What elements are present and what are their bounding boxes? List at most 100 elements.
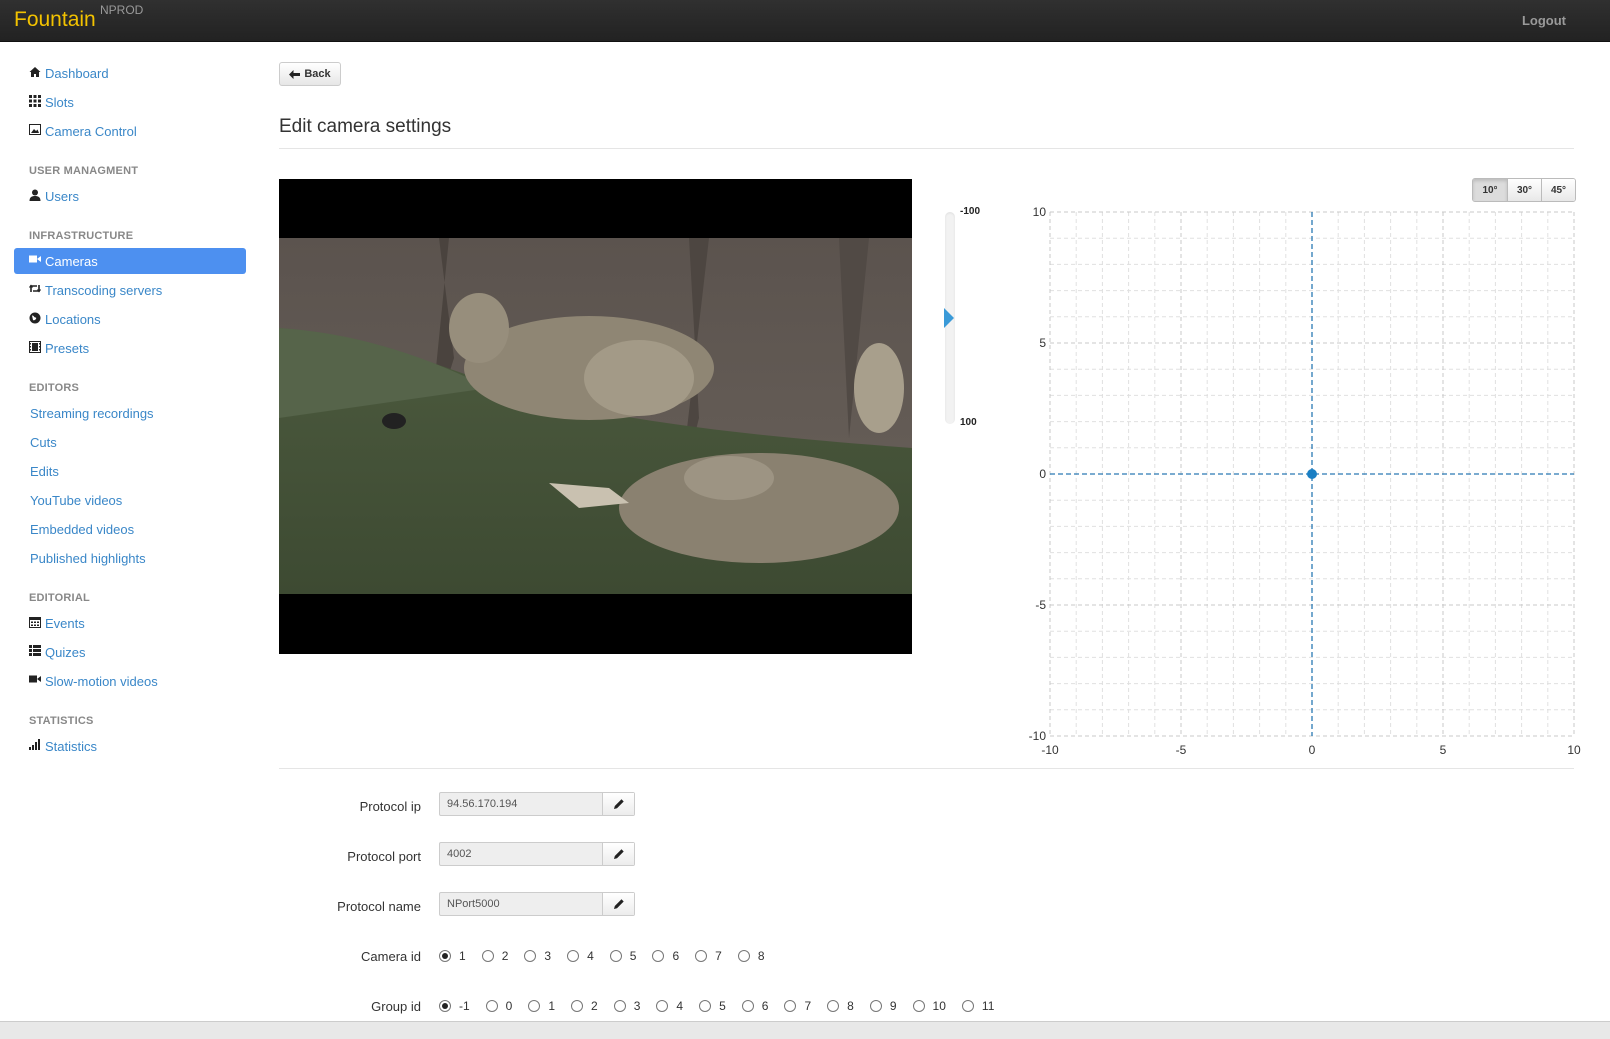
protocol-port-edit-button[interactable] (603, 843, 634, 865)
radio-label: 9 (889, 999, 897, 1013)
back-button-label: Back (304, 68, 331, 80)
sidebar-item-locations[interactable]: Locations (14, 306, 246, 332)
radio-button[interactable] (571, 1000, 584, 1012)
sidebar-item-cameras[interactable]: Cameras (14, 248, 246, 274)
camera-id-option[interactable]: 4 (567, 949, 594, 963)
sidebar-header-editors: EDITORS (29, 382, 80, 394)
sidebar-item-events[interactable]: Events (14, 610, 246, 636)
y-tick-label: 10 (1033, 205, 1047, 219)
pan-tilt-chart[interactable]: -10 -5 0 5 10 10 5 0 -5 -10 (1015, 200, 1590, 770)
group-id-option[interactable]: 9 (869, 999, 897, 1013)
radio-button[interactable] (524, 950, 537, 962)
sidebar-item-quizes[interactable]: Quizes (14, 639, 246, 665)
retweet-icon (28, 283, 42, 295)
angle-button-group: 10° 30° 45° (1472, 178, 1576, 202)
protocol-name-edit-button[interactable] (603, 893, 634, 915)
camera-id-option[interactable]: 1 (439, 949, 466, 963)
radio-label: 8 (847, 999, 854, 1013)
radio-button[interactable] (741, 1000, 754, 1012)
logout-link[interactable]: Logout (1522, 13, 1566, 28)
protocol-ip-input[interactable]: 94.56.170.194 (440, 793, 603, 815)
radio-button[interactable] (737, 950, 750, 962)
angle-10-button[interactable]: 10° (1473, 179, 1507, 201)
sidebar-item-published-highlights[interactable]: Published highlights (14, 545, 246, 571)
group-id-option[interactable]: -1 (439, 999, 470, 1013)
protocol-name-input[interactable]: NPort5000 (440, 893, 603, 915)
camera-video-preview[interactable] (279, 179, 912, 654)
zoom-slider-handle[interactable] (944, 308, 954, 328)
video-camera-icon (28, 254, 42, 266)
camera-id-option[interactable]: 6 (652, 949, 679, 963)
radio-button[interactable] (656, 1000, 669, 1012)
group-id-option[interactable]: 2 (571, 999, 598, 1013)
sidebar-item-slots[interactable]: Slots (14, 89, 246, 115)
group-id-option[interactable]: 8 (827, 999, 854, 1013)
group-id-option[interactable]: 1 (528, 999, 555, 1013)
x-tick-label: 10 (1567, 743, 1581, 757)
arrow-left-icon (289, 69, 301, 79)
sidebar-item-embedded-videos[interactable]: Embedded videos (14, 516, 246, 542)
brand-logo[interactable]: Fountain (14, 8, 96, 32)
radio-button[interactable] (695, 950, 708, 962)
camera-id-option[interactable]: 5 (609, 949, 636, 963)
group-id-option[interactable]: 7 (784, 999, 811, 1013)
pencil-icon (613, 899, 624, 909)
group-id-option[interactable]: 5 (699, 999, 726, 1013)
user-icon (28, 189, 42, 201)
sidebar-item-slow-motion-videos[interactable]: Slow-motion videos (14, 668, 246, 694)
sidebar-item-users[interactable]: Users (14, 183, 246, 209)
bottom-scrollbar[interactable] (0, 1021, 1610, 1039)
group-id-option[interactable]: 6 (741, 999, 768, 1013)
camera-id-option[interactable]: 3 (524, 949, 551, 963)
globe-icon (28, 312, 42, 324)
group-id-option[interactable]: 10 (912, 999, 946, 1013)
radio-button[interactable] (827, 1000, 840, 1012)
radio-button[interactable] (652, 950, 665, 962)
group-id-option[interactable]: 4 (656, 999, 683, 1013)
angle-45-button[interactable]: 45° (1541, 179, 1575, 201)
back-button[interactable]: Back (279, 62, 341, 86)
radio-button[interactable] (912, 1000, 925, 1012)
sidebar-item-presets[interactable]: Presets (14, 335, 246, 361)
radio-button[interactable] (784, 1000, 797, 1012)
sidebar-item-dashboard[interactable]: Dashboard (14, 60, 246, 86)
radio-label: 2 (501, 949, 509, 963)
radio-button[interactable] (439, 950, 451, 962)
angle-30-button[interactable]: 30° (1507, 179, 1541, 201)
protocol-ip-edit-button[interactable] (603, 793, 634, 815)
group-id-radio-group: -1 0 1 2 3 4 5 6 7 8 9 10 11 (439, 999, 1010, 1013)
sidebar-item-statistics[interactable]: Statistics (14, 733, 246, 759)
sidebar-item-label: Statistics (45, 739, 98, 754)
protocol-port-input[interactable]: 4002 (440, 843, 603, 865)
group-id-option[interactable]: 11 (961, 999, 994, 1013)
sidebar-item-streaming-recordings[interactable]: Streaming recordings (14, 400, 246, 426)
camera-id-option[interactable]: 7 (695, 949, 722, 963)
sidebar-item-label: Users (45, 189, 79, 204)
protocol-ip-field: 94.56.170.194 (439, 792, 635, 816)
sidebar-header-user-management: USER MANAGMENT (29, 165, 139, 177)
radio-button[interactable] (869, 1000, 882, 1012)
group-id-option[interactable]: 3 (613, 999, 641, 1013)
radio-button[interactable] (481, 950, 494, 962)
radio-button[interactable] (567, 950, 580, 962)
radio-button[interactable] (699, 1000, 712, 1012)
radio-button[interactable] (485, 1000, 498, 1012)
sidebar-item-youtube-videos[interactable]: YouTube videos (14, 487, 246, 513)
sidebar-item-transcoding-servers[interactable]: Transcoding servers (14, 277, 246, 303)
radio-button[interactable] (609, 950, 622, 962)
radio-label: 3 (633, 999, 641, 1013)
sidebar-item-edits[interactable]: Edits (14, 458, 246, 484)
radio-button[interactable] (528, 1000, 541, 1012)
radio-button[interactable] (613, 1000, 626, 1012)
y-tick-label: -10 (1029, 729, 1047, 743)
sidebar-item-cuts[interactable]: Cuts (14, 429, 246, 455)
radio-button[interactable] (439, 1000, 451, 1012)
environment-label: NPROD (100, 3, 144, 17)
camera-id-option[interactable]: 8 (737, 949, 765, 963)
camera-id-option[interactable]: 2 (481, 949, 509, 963)
radio-button[interactable] (961, 1000, 974, 1012)
sidebar-item-camera-control[interactable]: Camera Control (14, 118, 246, 144)
group-id-option[interactable]: 0 (485, 999, 512, 1013)
y-tick-label: 0 (1039, 467, 1046, 481)
sidebar-item-label: Presets (45, 341, 90, 356)
